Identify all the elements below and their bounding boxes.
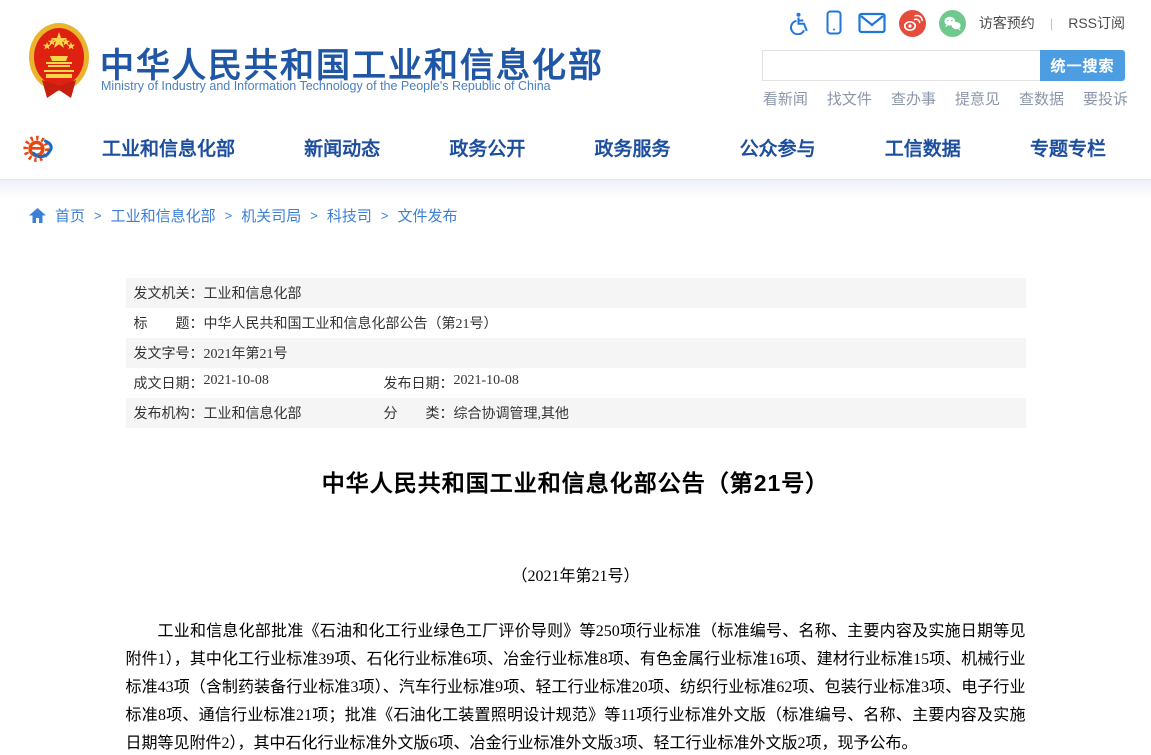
breadcrumb-miit[interactable]: 工业和信息化部	[111, 205, 216, 226]
meta-label: 分 类：	[384, 403, 454, 423]
nav-item-news[interactable]: 新闻动态	[304, 134, 380, 161]
meta-value: 2021-10-08	[454, 373, 519, 393]
home-icon	[29, 208, 46, 223]
search-bar: 统一搜索	[762, 50, 1125, 81]
breadcrumb-departments[interactable]: 机关司局	[241, 205, 301, 226]
mail-icon[interactable]	[858, 12, 886, 34]
meta-label: 成文日期：	[134, 373, 204, 393]
unified-search-button[interactable]: 统一搜索	[1040, 50, 1125, 81]
top-bar-separator: |	[1050, 16, 1053, 31]
nav-item-industry-data[interactable]: 工信数据	[885, 134, 961, 161]
article-title: 中华人民共和国工业和信息化部公告（第21号）	[126, 464, 1026, 498]
nav-item-public-participation[interactable]: 公众参与	[740, 134, 816, 161]
meta-label: 发文机关：	[134, 283, 204, 303]
visitor-appointment-link[interactable]: 访客预约	[979, 13, 1035, 33]
site-subtitle: Ministry of Industry and Information Tec…	[101, 79, 551, 93]
rss-subscribe-link[interactable]: RSS订阅	[1068, 13, 1125, 33]
mobile-icon[interactable]	[823, 10, 845, 36]
accessibility-icon[interactable]	[786, 11, 810, 35]
article-issue-number: （2021年第21号）	[126, 562, 1026, 586]
quick-link-suggestions[interactable]: 提意见	[955, 88, 1000, 109]
meta-label: 标 题：	[134, 313, 204, 333]
meta-row-publisher-category: 发布机构： 工业和信息化部 分 类： 综合协调管理,其他	[126, 398, 1026, 428]
nav-bottom-shadow	[0, 179, 1151, 199]
gear-e-logo-icon[interactable]	[22, 128, 60, 166]
site-header: 中华人民共和国工业和信息化部 Ministry of Industry and …	[0, 0, 1151, 115]
nav-item-miit[interactable]: 工业和信息化部	[102, 134, 235, 161]
breadcrumb-home[interactable]: 首页	[55, 205, 85, 226]
meta-value: 2021年第21号	[204, 343, 288, 363]
quick-link-documents[interactable]: 找文件	[827, 88, 872, 109]
weibo-icon[interactable]	[899, 10, 926, 37]
page: 中华人民共和国工业和信息化部 Ministry of Industry and …	[0, 0, 1151, 755]
meta-row-dates: 成文日期： 2021-10-08 发布日期： 2021-10-08	[126, 368, 1026, 398]
document-meta-table: 发文机关： 工业和信息化部 标 题： 中华人民共和国工业和信息化部公告（第21号…	[126, 278, 1026, 428]
meta-row-document-number: 发文字号： 2021年第21号	[126, 338, 1026, 368]
quick-link-complaints[interactable]: 要投诉	[1083, 88, 1128, 109]
breadcrumb-document-release[interactable]: 文件发布	[397, 205, 457, 226]
national-emblem-icon	[28, 22, 90, 102]
top-utility-bar: 访客预约 | RSS订阅	[786, 9, 1125, 37]
nav-items: 工业和信息化部 新闻动态 政务公开 政务服务 公众参与 工信数据 专题专栏	[102, 134, 1106, 161]
breadcrumb-separator: >	[381, 208, 389, 223]
quick-link-data[interactable]: 查数据	[1019, 88, 1064, 109]
nav-item-gov-disclosure[interactable]: 政务公开	[449, 134, 525, 161]
meta-label: 发布日期：	[384, 373, 454, 393]
meta-row-issuing-authority: 发文机关： 工业和信息化部	[126, 278, 1026, 308]
breadcrumb-separator: >	[310, 208, 318, 223]
meta-value: 中华人民共和国工业和信息化部公告（第21号）	[204, 313, 498, 333]
meta-value: 工业和信息化部	[204, 403, 302, 423]
breadcrumb-separator: >	[94, 208, 102, 223]
quick-link-services[interactable]: 查办事	[891, 88, 936, 109]
breadcrumb: 首页 > 工业和信息化部 > 机关司局 > 科技司 > 文件发布	[0, 199, 1151, 226]
main-nav: 工业和信息化部 新闻动态 政务公开 政务服务 公众参与 工信数据 专题专栏	[0, 115, 1151, 179]
meta-value: 综合协调管理,其他	[454, 403, 570, 423]
breadcrumb-science-tech-dept[interactable]: 科技司	[327, 205, 372, 226]
wechat-icon[interactable]	[939, 10, 966, 37]
article-body-paragraph: 工业和信息化部批准《石油和化工行业绿色工厂评价导则》等250项行业标准（标准编号…	[126, 618, 1026, 755]
meta-label: 发文字号：	[134, 343, 204, 363]
breadcrumb-separator: >	[225, 208, 233, 223]
site-logo-link[interactable]	[28, 22, 90, 102]
meta-value: 工业和信息化部	[204, 283, 302, 303]
quick-link-news[interactable]: 看新闻	[763, 88, 808, 109]
search-input[interactable]	[762, 50, 1040, 81]
quick-links: 看新闻 找文件 查办事 提意见 查数据 要投诉	[763, 88, 1128, 109]
document-content: 发文机关： 工业和信息化部 标 题： 中华人民共和国工业和信息化部公告（第21号…	[126, 278, 1026, 755]
meta-label: 发布机构：	[134, 403, 204, 423]
meta-row-title: 标 题： 中华人民共和国工业和信息化部公告（第21号）	[126, 308, 1026, 338]
nav-item-gov-services[interactable]: 政务服务	[594, 134, 670, 161]
meta-value: 2021-10-08	[204, 373, 269, 393]
nav-item-special-topics[interactable]: 专题专栏	[1030, 134, 1106, 161]
